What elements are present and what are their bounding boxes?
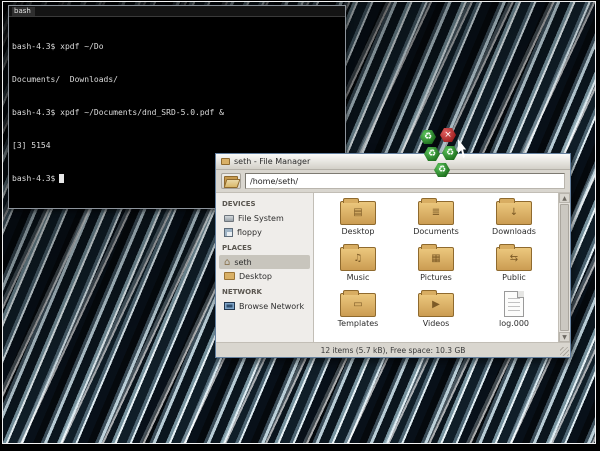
open-folder-button[interactable] bbox=[221, 173, 241, 189]
folder-icon: ♫ bbox=[340, 247, 376, 271]
music-emblem-icon: ♫ bbox=[341, 248, 375, 270]
home-icon: ⌂ bbox=[224, 258, 230, 267]
folder-icon: ▶ bbox=[418, 293, 454, 317]
scroll-thumb[interactable] bbox=[560, 204, 569, 331]
network-icon bbox=[224, 302, 235, 310]
deny-glyph: × bbox=[444, 131, 452, 140]
fm-body: DEVICES File System floppy PLACES ⌂ seth… bbox=[216, 193, 570, 342]
drag-icon-green-1: ♻ bbox=[420, 130, 436, 144]
terminal-title: bash bbox=[12, 7, 35, 16]
recycle-glyph: ♻ bbox=[424, 133, 432, 142]
sidebar-item-label: Browse Network bbox=[239, 302, 304, 311]
scroll-down-button[interactable]: ▼ bbox=[559, 332, 570, 342]
file-item-label: Desktop bbox=[342, 228, 375, 236]
terminal-line: bash-4.3$ xpdf ~/Do bbox=[12, 41, 342, 52]
file-item-public[interactable]: ⇆ Public bbox=[475, 243, 553, 289]
sidebar-header-devices: DEVICES bbox=[216, 195, 313, 211]
recycle-glyph: ♻ bbox=[446, 149, 454, 158]
terminal-line: [3] 5154 bbox=[12, 140, 342, 151]
videos-emblem-icon: ▶ bbox=[419, 294, 453, 316]
folder-icon: ▤ bbox=[340, 201, 376, 225]
path-input[interactable] bbox=[245, 173, 565, 189]
floppy-icon bbox=[224, 228, 233, 237]
file-item-label: Pictures bbox=[420, 274, 452, 282]
status-bar: 12 items (5.7 kB), Free space: 10.3 GB bbox=[216, 342, 570, 357]
file-item-label: Templates bbox=[338, 320, 379, 328]
templates-emblem-icon: ▭ bbox=[341, 294, 375, 316]
recycle-glyph: ♻ bbox=[438, 166, 446, 175]
desktop-wallpaper[interactable]: bash bash-4.3$ xpdf ~/Do Documents/ Down… bbox=[2, 1, 596, 444]
sidebar-item-floppy[interactable]: floppy bbox=[219, 225, 310, 239]
downloads-emblem-icon: ↓ bbox=[497, 202, 531, 224]
folder-icon: ≣ bbox=[418, 201, 454, 225]
status-text: 12 items (5.7 kB), Free space: 10.3 GB bbox=[321, 346, 466, 355]
scrollbar[interactable]: ▲ ▼ bbox=[558, 193, 570, 342]
terminal-prompt: bash-4.3$ bbox=[12, 174, 55, 183]
terminal-titlebar[interactable]: bash bbox=[9, 6, 345, 17]
folder-icon: ⇆ bbox=[496, 247, 532, 271]
file-item-label: log.000 bbox=[499, 320, 529, 328]
file-item-log[interactable]: log.000 bbox=[475, 289, 553, 335]
window-icon bbox=[221, 158, 230, 165]
terminal-cursor bbox=[59, 174, 64, 183]
folder-icon: ▭ bbox=[340, 293, 376, 317]
open-folder-icon bbox=[224, 176, 238, 186]
sidebar-item-label: seth bbox=[234, 258, 251, 267]
sidebar-item-desktop[interactable]: Desktop bbox=[219, 269, 310, 283]
recycle-glyph: ♻ bbox=[428, 150, 436, 159]
file-item-label: Videos bbox=[423, 320, 450, 328]
file-item-documents[interactable]: ≣ Documents bbox=[397, 197, 475, 243]
public-emblem-icon: ⇆ bbox=[497, 248, 531, 270]
file-item-pictures[interactable]: ▦ Pictures bbox=[397, 243, 475, 289]
file-item-label: Downloads bbox=[492, 228, 536, 236]
fm-toolbar bbox=[216, 170, 570, 193]
sidebar-item-browse-network[interactable]: Browse Network bbox=[219, 299, 310, 313]
sidebar-item-file-system[interactable]: File System bbox=[219, 211, 310, 225]
file-item-templates[interactable]: ▭ Templates bbox=[319, 289, 397, 335]
file-manager-window[interactable]: seth - File Manager DEVICES File System … bbox=[215, 153, 571, 358]
fm-titlebar[interactable]: seth - File Manager bbox=[216, 154, 570, 170]
sidebar-item-label: File System bbox=[238, 214, 284, 223]
terminal-line: Documents/ Downloads/ bbox=[12, 74, 342, 85]
file-item-desktop[interactable]: ▤ Desktop bbox=[319, 197, 397, 243]
sidebar-item-label: floppy bbox=[237, 228, 262, 237]
sidebar-item-seth[interactable]: ⌂ seth bbox=[219, 255, 310, 269]
file-item-label: Public bbox=[502, 274, 526, 282]
folder-icon: ↓ bbox=[496, 201, 532, 225]
drive-icon bbox=[224, 215, 234, 222]
pictures-emblem-icon: ▦ bbox=[419, 248, 453, 270]
drag-icon-red: × bbox=[440, 128, 456, 142]
file-item-music[interactable]: ♫ Music bbox=[319, 243, 397, 289]
file-item-label: Music bbox=[347, 274, 370, 282]
file-item-label: Documents bbox=[413, 228, 459, 236]
fm-title: seth - File Manager bbox=[234, 157, 310, 166]
sidebar-header-places: PLACES bbox=[216, 239, 313, 255]
fm-sidebar: DEVICES File System floppy PLACES ⌂ seth… bbox=[216, 193, 314, 342]
sidebar-item-label: Desktop bbox=[239, 272, 272, 281]
documents-emblem-icon: ≣ bbox=[419, 202, 453, 224]
scroll-up-button[interactable]: ▲ bbox=[559, 193, 570, 203]
file-item-videos[interactable]: ▶ Videos bbox=[397, 289, 475, 335]
file-grid: ▤ Desktop ≣ Documents ↓ Downloads ♫ Musi… bbox=[314, 193, 558, 342]
file-item-downloads[interactable]: ↓ Downloads bbox=[475, 197, 553, 243]
resize-grip[interactable] bbox=[560, 347, 569, 356]
desktop-emblem-icon: ▤ bbox=[341, 202, 375, 224]
terminal-line: bash-4.3$ xpdf ~/Documents/dnd_SRD-5.0.p… bbox=[12, 107, 342, 118]
folder-icon bbox=[224, 272, 235, 280]
document-icon bbox=[504, 291, 524, 317]
folder-icon: ▦ bbox=[418, 247, 454, 271]
sidebar-header-network: NETWORK bbox=[216, 283, 313, 299]
